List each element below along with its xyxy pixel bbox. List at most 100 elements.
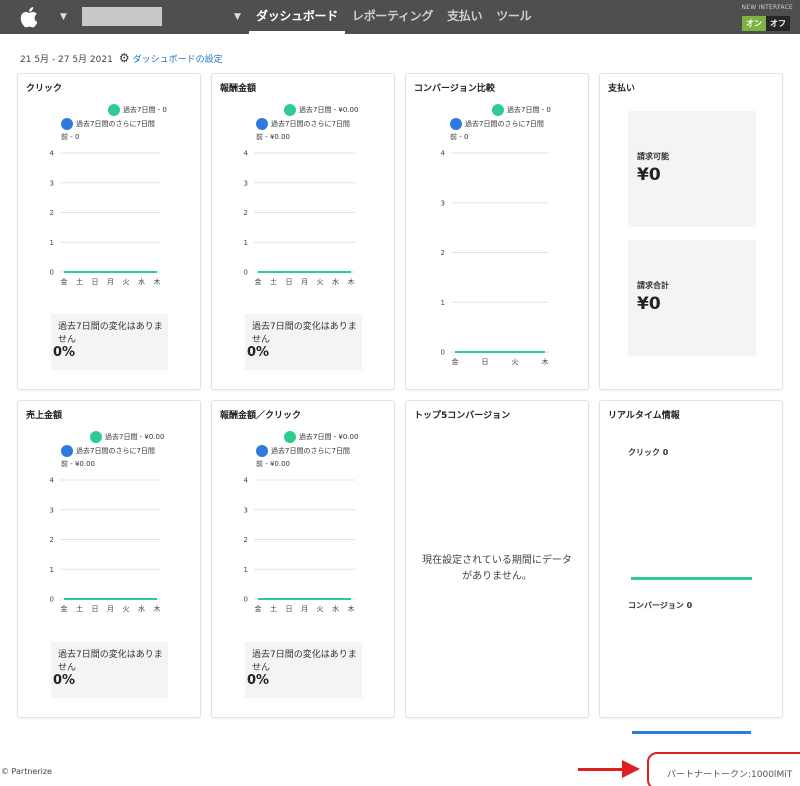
total-billed-box: 請求合計 ¥0 [628, 240, 756, 356]
clicks-chart: 0 1 2 3 4 金土 日月 火水木 [50, 150, 161, 286]
change-text: 過去7日間の変化はありません [252, 650, 357, 673]
billable-box: 請求可能 ¥0 [628, 111, 756, 227]
account-caret-down-icon[interactable]: ▼ [234, 12, 241, 22]
x-tick-label: 土 [76, 604, 83, 613]
commission-per-click-card: 報酬金額／クリック 過去7日間 - ¥0.00 過去7日間のさらに7日間 前 -… [211, 400, 395, 718]
realtime-clicks-bar [631, 577, 752, 580]
realtime-conversions-bar [632, 731, 751, 734]
x-tick-label: 金 [255, 604, 262, 613]
x-tick-label: 日 [92, 278, 99, 286]
caret-down-icon[interactable]: ▼ [60, 12, 67, 22]
dashboard-settings-label: ダッシュボードの設定 [132, 54, 223, 65]
y-tick-label: 2 [441, 249, 445, 257]
no-data-text: 現在設定されている期間にデータがありません。 [422, 555, 572, 582]
y-tick-label: 1 [244, 239, 248, 247]
x-tick-label: 水 [332, 604, 339, 613]
x-tick-label: 土 [270, 277, 277, 286]
y-tick-label: 1 [244, 566, 248, 574]
y-tick-label: 1 [441, 299, 445, 307]
tab-dashboard[interactable]: ダッシュボード [249, 0, 345, 34]
x-tick-label: 金 [61, 277, 68, 286]
no-data-message: 現在設定されている期間にデータがありません。 [406, 553, 588, 585]
change-summary: 過去7日間の変化はありません 0% [245, 314, 362, 370]
y-tick-label: 1 [50, 566, 54, 574]
y-tick-label: 4 [50, 150, 55, 158]
realtime-clicks: クリック 0 [628, 448, 669, 457]
tab-reporting[interactable]: レポーティング [345, 0, 440, 34]
x-tick-label: 日 [482, 358, 489, 366]
x-tick-label: 日 [286, 278, 293, 286]
toggle-on[interactable]: オン [742, 16, 766, 31]
total-billed-label: 請求合計 [637, 281, 669, 290]
y-tick-label: 3 [441, 199, 445, 207]
change-summary: 過去7日間の変化はありません 0% [51, 314, 168, 370]
conversion-comparison-card: コンバージョン比較 過去7日間 - 0 過去7日間のさらに7日間 前 - 0 0… [405, 73, 589, 390]
change-percent: 0% [53, 673, 76, 688]
dashboard-settings-link[interactable]: ⚙ ダッシュボードの設定 [119, 51, 223, 65]
y-tick-label: 4 [244, 477, 249, 485]
y-tick-label: 3 [244, 179, 248, 187]
x-tick-label: 水 [138, 277, 145, 286]
change-text: 過去7日間の変化はありません [252, 322, 357, 345]
y-tick-label: 4 [441, 150, 446, 158]
realtime-conversions: コンバージョン 0 [628, 601, 693, 610]
card-title: トップ5コンバージョン [414, 411, 511, 421]
y-tick-label: 0 [244, 269, 248, 277]
billable-value: ¥0 [637, 165, 661, 185]
change-summary: 過去7日間の変化はありません 0% [51, 642, 168, 698]
gear-icon: ⚙ [118, 51, 130, 65]
x-tick-label: 火 [123, 278, 130, 286]
y-tick-label: 3 [244, 506, 248, 514]
total-billed-value: ¥0 [637, 294, 661, 314]
y-tick-label: 2 [244, 209, 248, 217]
x-tick-label: 火 [123, 605, 130, 613]
partner-token: パートナートークン:1000lMiT [667, 770, 793, 780]
change-summary: 過去7日間の変化はありません 0% [245, 642, 362, 698]
y-tick-label: 4 [50, 477, 55, 485]
x-tick-label: 火 [512, 358, 519, 366]
x-tick-label: 火 [317, 605, 324, 613]
change-percent: 0% [247, 673, 270, 688]
y-tick-label: 2 [50, 209, 54, 217]
x-tick-label: 木 [154, 277, 161, 286]
realtime-card: リアルタイム情報 クリック 0 コンバージョン 0 [599, 400, 783, 718]
change-percent: 0% [53, 345, 76, 360]
date-range: 21 5月 - 27 5月 2021 [20, 54, 113, 65]
annotation-arrow [578, 768, 624, 771]
apple-logo-icon[interactable] [16, 3, 44, 31]
tab-payments[interactable]: 支払い [440, 0, 489, 34]
change-text: 過去7日間の変化はありません [58, 322, 163, 345]
conversion-comparison-chart: 0 1 2 3 4 金 日 火 木 [441, 150, 549, 366]
copyright: © Partnerize [1, 767, 52, 776]
commission-chart: 0 1 2 3 4 金土 日月 火水木 [244, 150, 355, 286]
y-tick-label: 3 [50, 506, 54, 514]
x-tick-label: 月 [107, 278, 114, 286]
x-tick-label: 金 [61, 604, 68, 613]
payments-card: 支払い 請求可能 ¥0 請求合計 ¥0 [599, 73, 783, 390]
x-tick-label: 日 [286, 605, 293, 613]
x-tick-label: 月 [107, 605, 114, 613]
x-tick-label: 水 [138, 604, 145, 613]
y-tick-label: 3 [50, 179, 54, 187]
x-tick-label: 月 [301, 605, 308, 613]
toggle-off[interactable]: オフ [766, 16, 790, 31]
new-interface-toggle[interactable]: オン オフ [742, 16, 790, 31]
x-tick-label: 木 [348, 277, 355, 286]
change-text: 過去7日間の変化はありません [58, 650, 163, 673]
main-nav: ダッシュボード レポーティング 支払い ツール [249, 0, 538, 34]
date-row: 21 5月 - 27 5月 2021 ⚙ ダッシュボードの設定 [20, 51, 223, 65]
x-tick-label: 木 [348, 604, 355, 613]
x-tick-label: 木 [154, 604, 161, 613]
x-tick-label: 水 [332, 277, 339, 286]
annotation-arrow-head [622, 760, 640, 778]
x-tick-label: 日 [92, 605, 99, 613]
y-tick-label: 2 [244, 536, 248, 544]
change-percent: 0% [247, 345, 270, 360]
y-tick-label: 0 [244, 596, 248, 604]
x-tick-label: 金 [452, 357, 459, 366]
x-tick-label: 火 [317, 278, 324, 286]
top5-conversions-card: トップ5コンバージョン 現在設定されている期間にデータがありません。 [405, 400, 589, 718]
tab-tools[interactable]: ツール [489, 0, 538, 34]
account-selector[interactable] [82, 7, 162, 26]
commission-per-click-chart: 0 1 2 3 4 金土 日月 火水木 [244, 477, 355, 613]
